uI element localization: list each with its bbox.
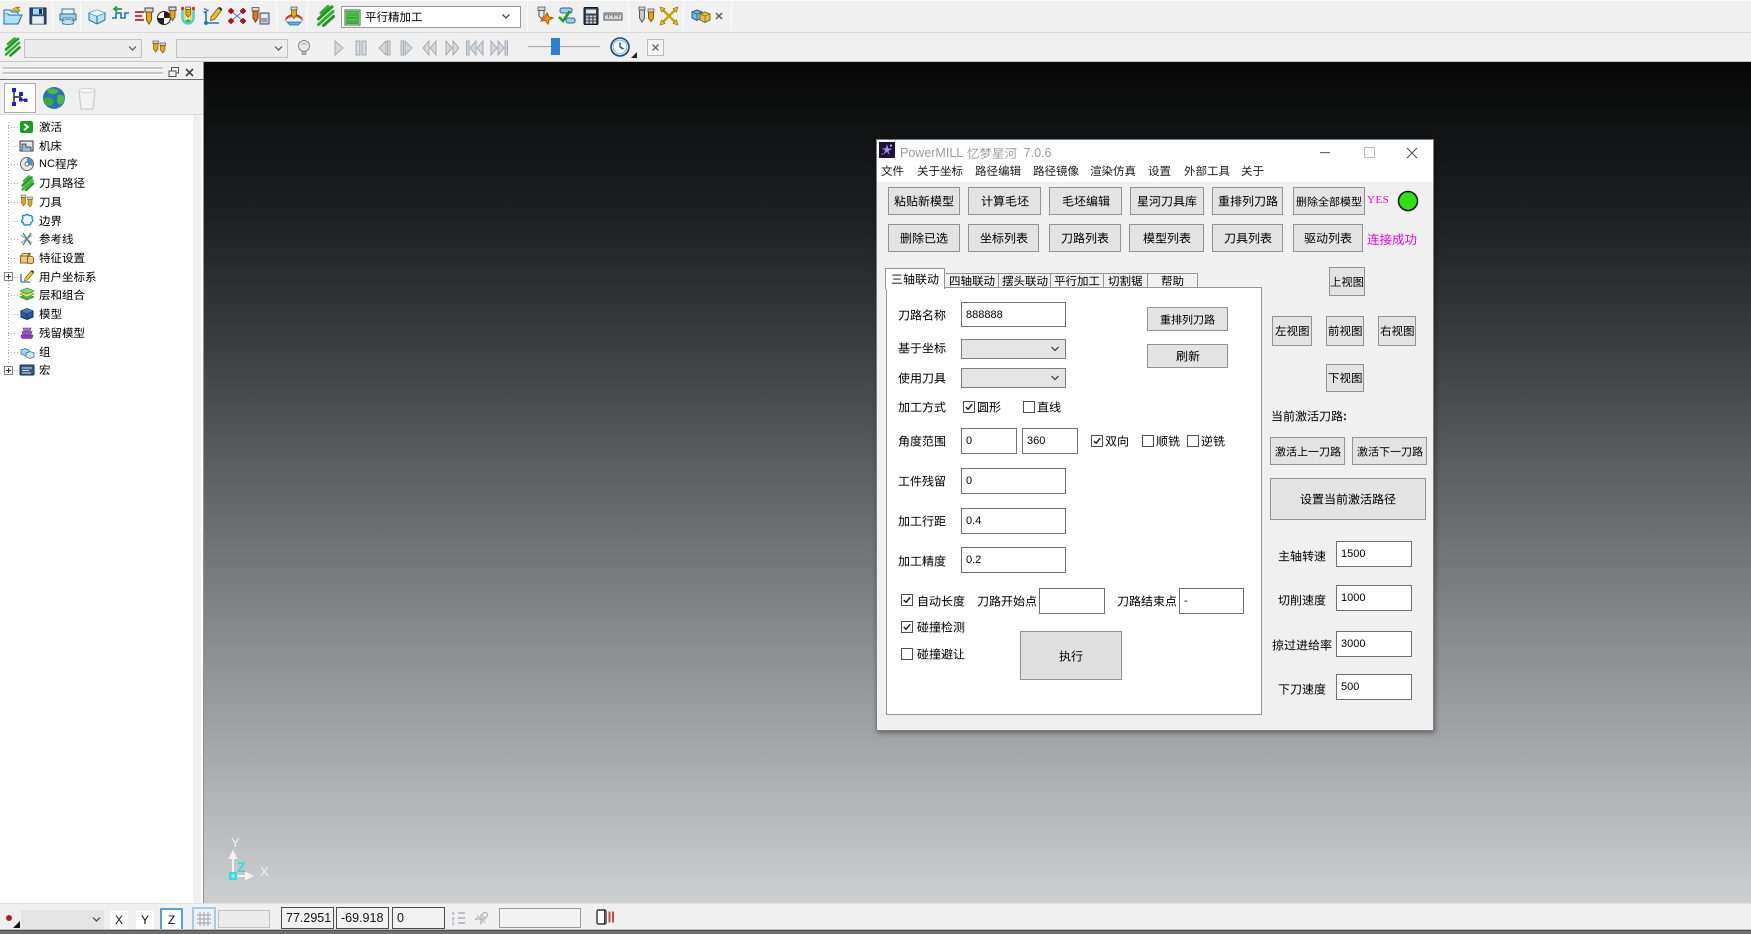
svg-text:z: z <box>452 921 455 926</box>
svg-text:X: X <box>260 864 269 879</box>
svg-text:Z: Z <box>237 859 246 875</box>
svg-text:Y: Y <box>231 835 240 850</box>
